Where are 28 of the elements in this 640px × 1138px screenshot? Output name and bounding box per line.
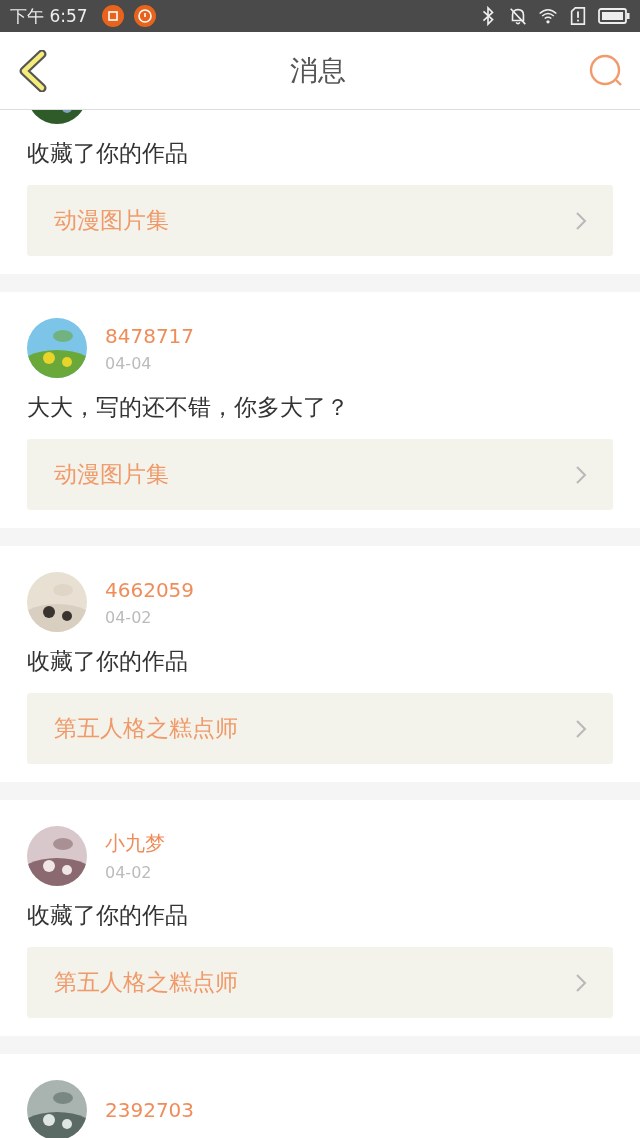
chevron-right-icon: [575, 464, 587, 485]
chevron-right-icon: [575, 972, 587, 993]
work-link[interactable]: 动漫图片集: [27, 439, 613, 510]
message-date: 04-02: [105, 863, 153, 882]
message-text: 收藏了你的作品: [27, 139, 189, 168]
user-name[interactable]: 8478717: [105, 323, 195, 348]
work-link[interactable]: 第五人格之糕点师: [27, 693, 613, 764]
work-link[interactable]: 动漫图片集: [27, 185, 613, 256]
battery-icon: [598, 7, 630, 25]
message-text: 收藏了你的作品: [27, 647, 189, 676]
message-date: 04-04: [105, 353, 153, 373]
status-time: 下午 6:57: [10, 4, 88, 28]
back-chevron-icon[interactable]: [18, 49, 48, 92]
message-text: 大大，写的还不错，你多大了？: [27, 393, 350, 422]
page-title: 消息: [290, 52, 346, 89]
mute-bell-icon: [508, 6, 528, 26]
user-name[interactable]: 4662059: [105, 577, 195, 602]
chevron-right-icon: [575, 210, 587, 231]
sim-alert-icon: [568, 6, 588, 26]
user-name[interactable]: 2392703: [105, 1098, 195, 1122]
chevron-right-icon: [575, 718, 587, 739]
alert-notification-icon: [133, 5, 156, 27]
message-date: 04-02: [105, 607, 153, 627]
work-link[interactable]: 第五人格之糕点师: [27, 947, 613, 1018]
user-name[interactable]: 小九梦: [105, 830, 165, 857]
crop-notification-icon: [101, 5, 124, 27]
wifi-icon: [538, 6, 558, 26]
message-text: 收藏了你的作品: [27, 901, 189, 930]
